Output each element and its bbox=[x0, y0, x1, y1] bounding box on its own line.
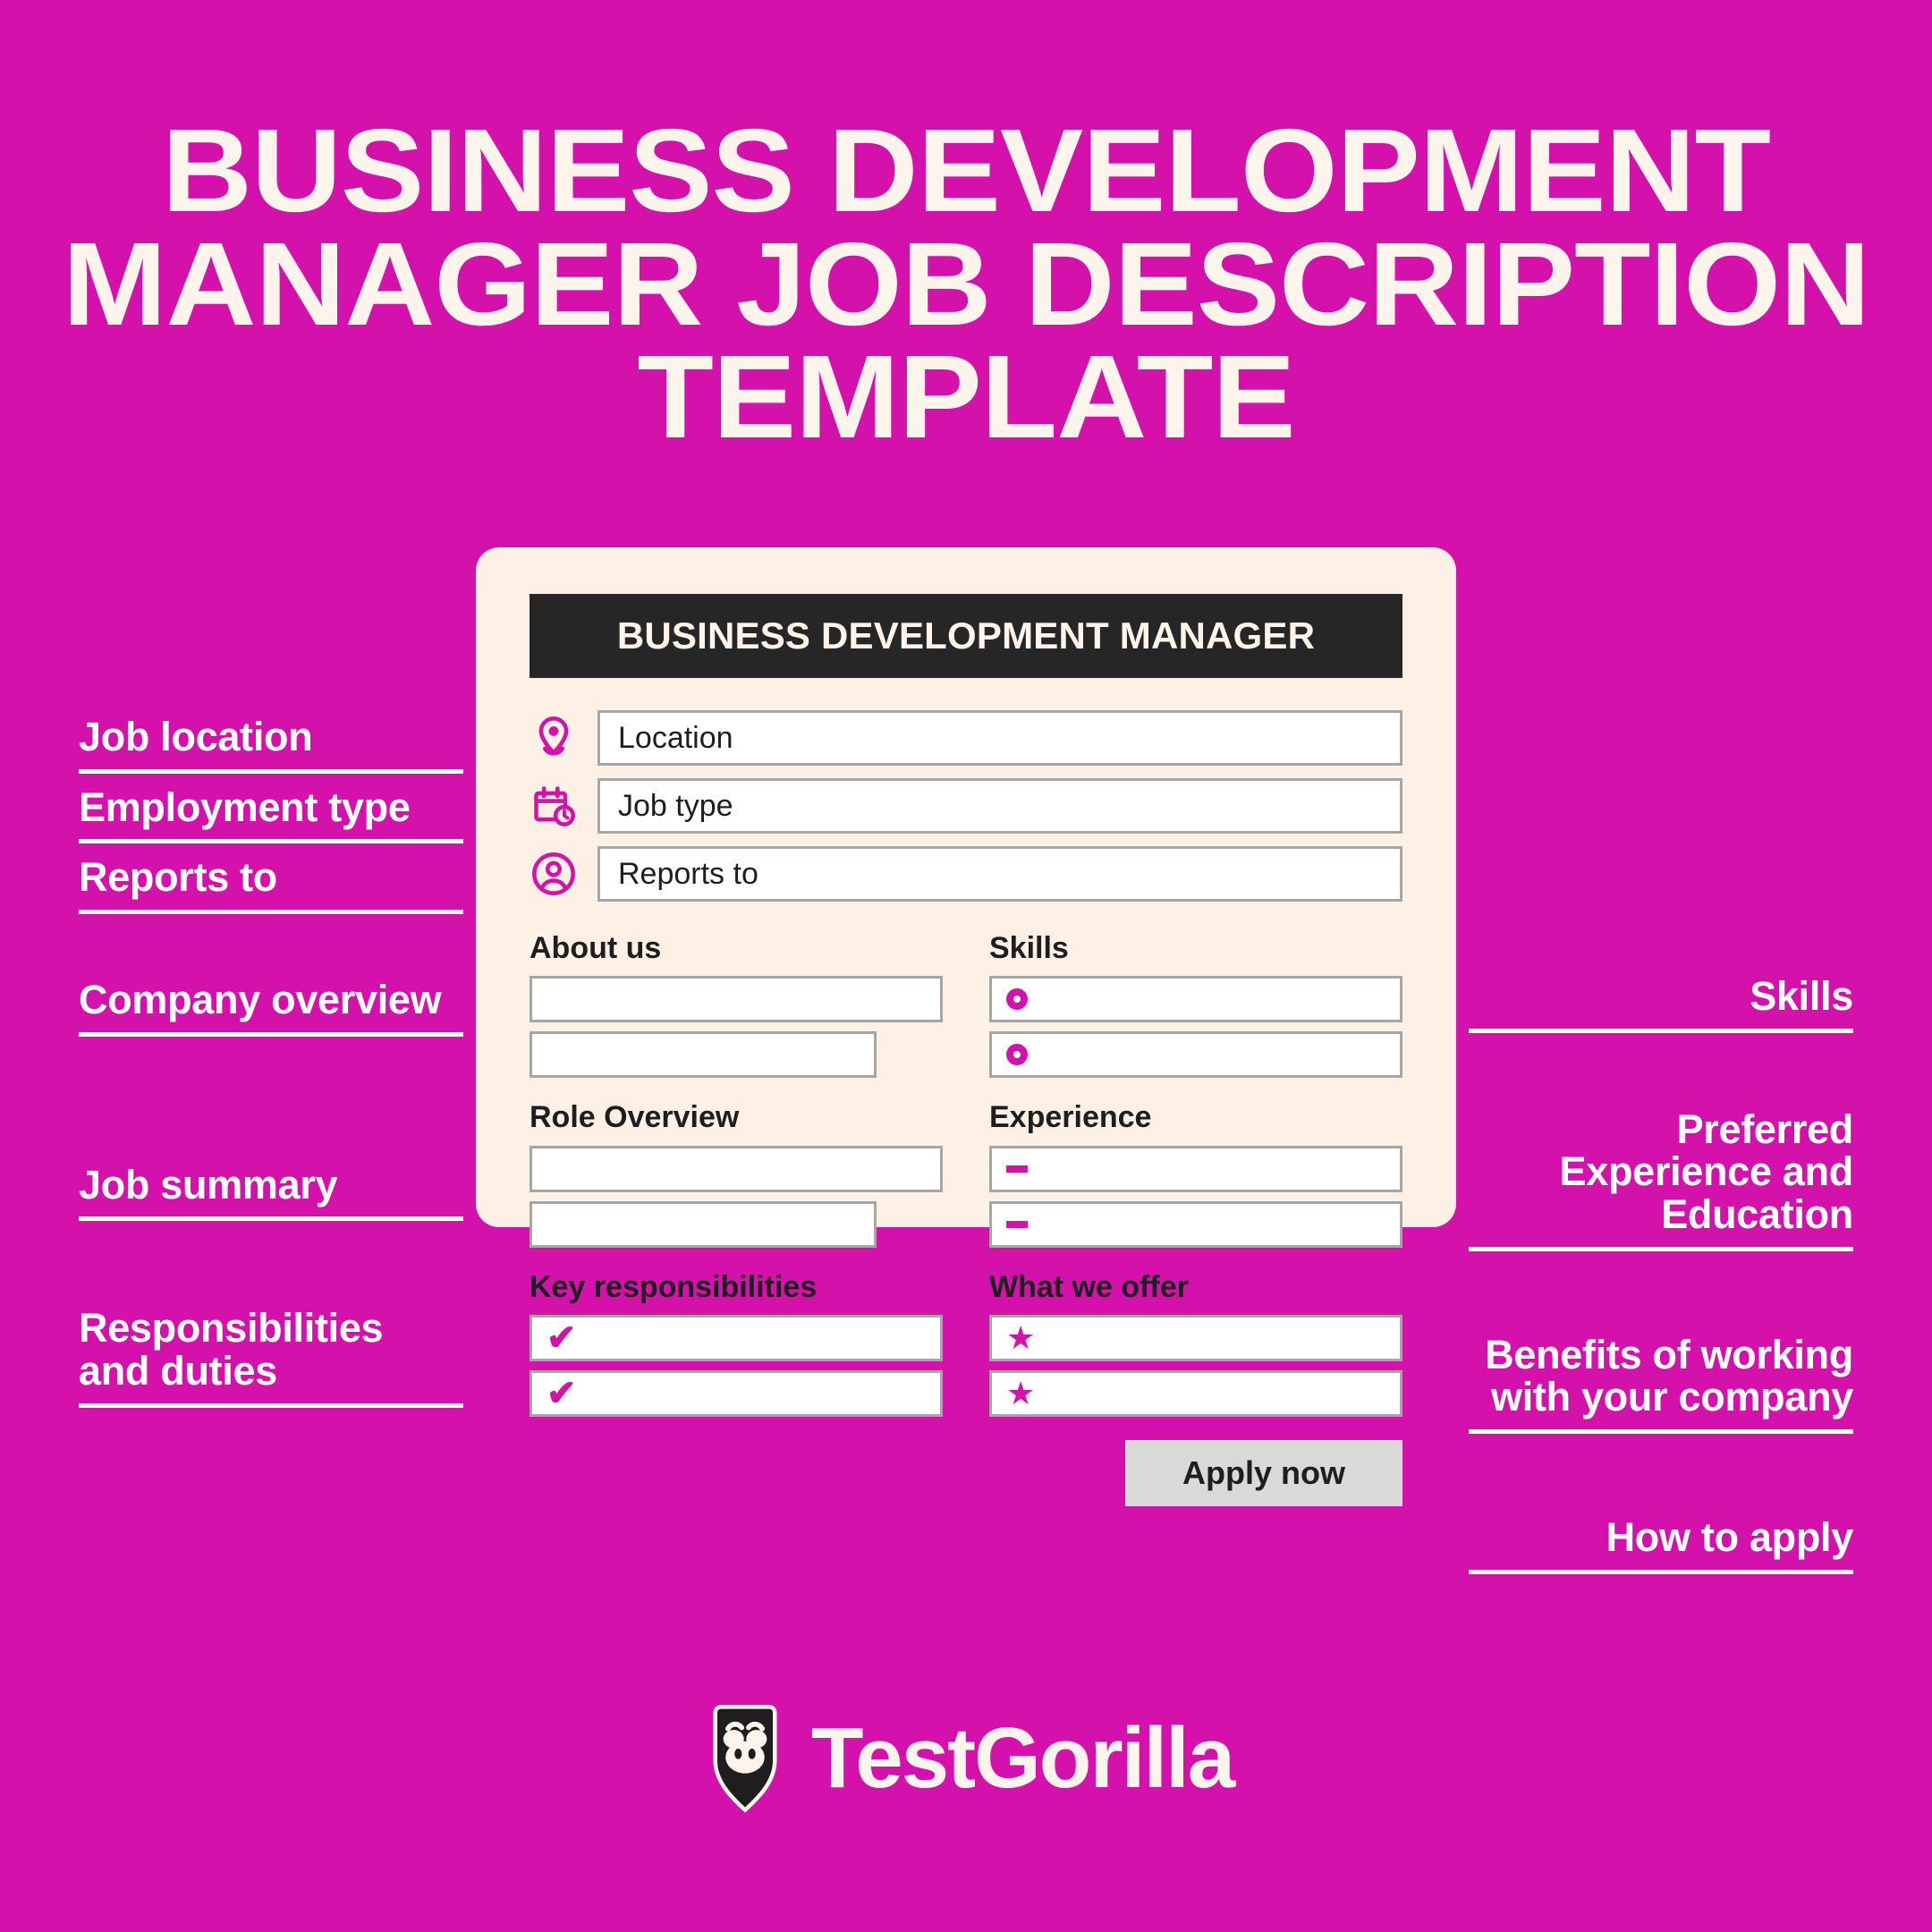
check-icon: ✔ bbox=[547, 1318, 577, 1359]
card-left-column: About us Role Overview Key responsibilit… bbox=[530, 931, 943, 1418]
side-label-text: Job summary bbox=[79, 1161, 338, 1208]
bullet-ring-icon bbox=[1006, 1044, 1028, 1066]
experience-input-2[interactable] bbox=[989, 1200, 1402, 1248]
job-type-field-value: Job type bbox=[618, 788, 733, 823]
side-label-reports-to: Reports to bbox=[79, 854, 463, 915]
what-we-offer-input-2[interactable]: ★ bbox=[989, 1370, 1402, 1418]
reports-to-field-value: Reports to bbox=[618, 856, 758, 891]
section-role-overview: Role Overview bbox=[530, 1100, 943, 1248]
location-pin-icon bbox=[530, 714, 578, 762]
bullet-dash-icon bbox=[1006, 1165, 1028, 1173]
key-responsibilities-input-1[interactable]: ✔ bbox=[530, 1315, 943, 1362]
side-label-text: Benefits of working with your company bbox=[1485, 1331, 1853, 1420]
gorilla-shield-logo-icon bbox=[699, 1701, 792, 1816]
job-type-field[interactable]: Job type bbox=[597, 778, 1402, 834]
divider bbox=[1469, 1028, 1853, 1033]
skills-input-1[interactable] bbox=[989, 976, 1402, 1023]
side-label-text: Preferred Experience and Education bbox=[1559, 1106, 1854, 1238]
apply-row: Apply now bbox=[530, 1440, 1402, 1507]
card-header-title: BUSINESS DEVELOPMENT MANAGER bbox=[616, 614, 1316, 657]
card-top-fields: Location Job type Reports to bbox=[530, 710, 1402, 902]
location-field[interactable]: Location bbox=[597, 710, 1402, 766]
card-header: BUSINESS DEVELOPMENT MANAGER bbox=[530, 594, 1402, 678]
section-about-us: About us bbox=[530, 931, 943, 1079]
skills-input-2[interactable] bbox=[989, 1031, 1402, 1079]
what-we-offer-input-1[interactable]: ★ bbox=[989, 1315, 1402, 1362]
side-label-text: Skills bbox=[1750, 973, 1853, 1019]
side-label-how-to-apply: How to apply bbox=[1469, 1516, 1853, 1574]
card-right-column: Skills Experience What we offer ★ ★ bbox=[989, 931, 1402, 1418]
section-label: About us bbox=[530, 931, 662, 965]
check-icon: ✔ bbox=[547, 1374, 577, 1414]
side-label-job-summary: Job summary bbox=[79, 1164, 463, 1222]
side-label-company-overview: Company overview bbox=[79, 979, 463, 1037]
role-overview-input-1[interactable] bbox=[530, 1145, 943, 1192]
reports-to-field[interactable]: Reports to bbox=[597, 846, 1402, 902]
divider bbox=[79, 910, 463, 915]
section-experience: Experience bbox=[989, 1100, 1402, 1248]
about-us-input-2[interactable] bbox=[530, 1031, 877, 1079]
side-label-preferred-experience-and-education: Preferred Experience and Education bbox=[1469, 1106, 1854, 1251]
side-label-text: Company overview bbox=[79, 977, 442, 1023]
field-row-location: Location bbox=[530, 710, 1402, 766]
role-overview-input-2[interactable] bbox=[530, 1200, 877, 1248]
key-responsibilities-input-2[interactable]: ✔ bbox=[530, 1370, 943, 1418]
section-label: Role Overview bbox=[530, 1100, 740, 1135]
page-title-wrap: BUSINESS DEVELOPMENT MANAGER JOB DESCRIP… bbox=[0, 105, 1932, 463]
job-description-card: BUSINESS DEVELOPMENT MANAGER Location Jo… bbox=[476, 547, 1456, 1507]
section-key-responsibilities: Key responsibilities ✔ ✔ bbox=[530, 1269, 943, 1418]
side-label-skills: Skills bbox=[1469, 975, 1853, 1033]
person-circle-icon bbox=[530, 850, 578, 898]
bullet-ring-icon bbox=[1006, 988, 1028, 1011]
side-label-employment-type: Employment type bbox=[79, 784, 463, 844]
field-row-reports-to: Reports to bbox=[530, 846, 1402, 902]
divider bbox=[79, 1031, 463, 1037]
location-field-value: Location bbox=[618, 720, 733, 755]
section-label: What we offer bbox=[989, 1269, 1189, 1304]
page-title: BUSINESS DEVELOPMENT MANAGER JOB DESCRIP… bbox=[62, 105, 1870, 463]
side-label-benefits-of-working-with-your-company: Benefits of working with your company bbox=[1469, 1331, 1853, 1435]
brand-wordmark: TestGorilla bbox=[810, 1710, 1235, 1806]
right-label-column: Skills Preferred Experience and Educatio… bbox=[1469, 975, 1853, 1574]
card-sections-grid: About us Role Overview Key responsibilit… bbox=[530, 931, 1402, 1418]
left-label-column: Job location Employment type Reports to … bbox=[79, 716, 463, 1408]
section-label: Skills bbox=[989, 931, 1069, 965]
testgorilla-logo: TestGorilla bbox=[0, 1701, 1932, 1816]
divider bbox=[1469, 1429, 1853, 1435]
section-skills: Skills bbox=[989, 931, 1402, 1079]
side-label-job-location: Job location bbox=[79, 716, 463, 774]
side-label-text: Job location bbox=[79, 714, 313, 759]
side-label-text: Reports to bbox=[79, 854, 278, 901]
side-label-responsibilities-and-duties: Responsibilities and duties bbox=[79, 1305, 463, 1408]
divider bbox=[79, 839, 463, 844]
star-icon: ★ bbox=[1006, 1375, 1036, 1412]
divider bbox=[79, 1216, 463, 1222]
side-label-text: Responsibilities and duties bbox=[79, 1305, 384, 1394]
side-label-text: How to apply bbox=[1606, 1514, 1854, 1561]
section-what-we-offer: What we offer ★ ★ bbox=[989, 1269, 1402, 1418]
field-row-job-type: Job type bbox=[530, 778, 1402, 834]
about-us-input-1[interactable] bbox=[530, 976, 943, 1023]
section-label: Experience bbox=[989, 1100, 1152, 1135]
apply-now-button[interactable]: Apply now bbox=[1125, 1440, 1402, 1507]
divider bbox=[79, 1402, 463, 1408]
bullet-dash-icon bbox=[1006, 1220, 1028, 1228]
divider bbox=[1469, 1569, 1853, 1574]
divider bbox=[1469, 1246, 1853, 1251]
divider bbox=[79, 768, 463, 774]
star-icon: ★ bbox=[1006, 1319, 1036, 1357]
experience-input-1[interactable] bbox=[989, 1145, 1402, 1192]
calendar-clock-icon bbox=[530, 782, 578, 830]
side-label-text: Employment type bbox=[79, 784, 411, 830]
section-label: Key responsibilities bbox=[530, 1269, 818, 1304]
